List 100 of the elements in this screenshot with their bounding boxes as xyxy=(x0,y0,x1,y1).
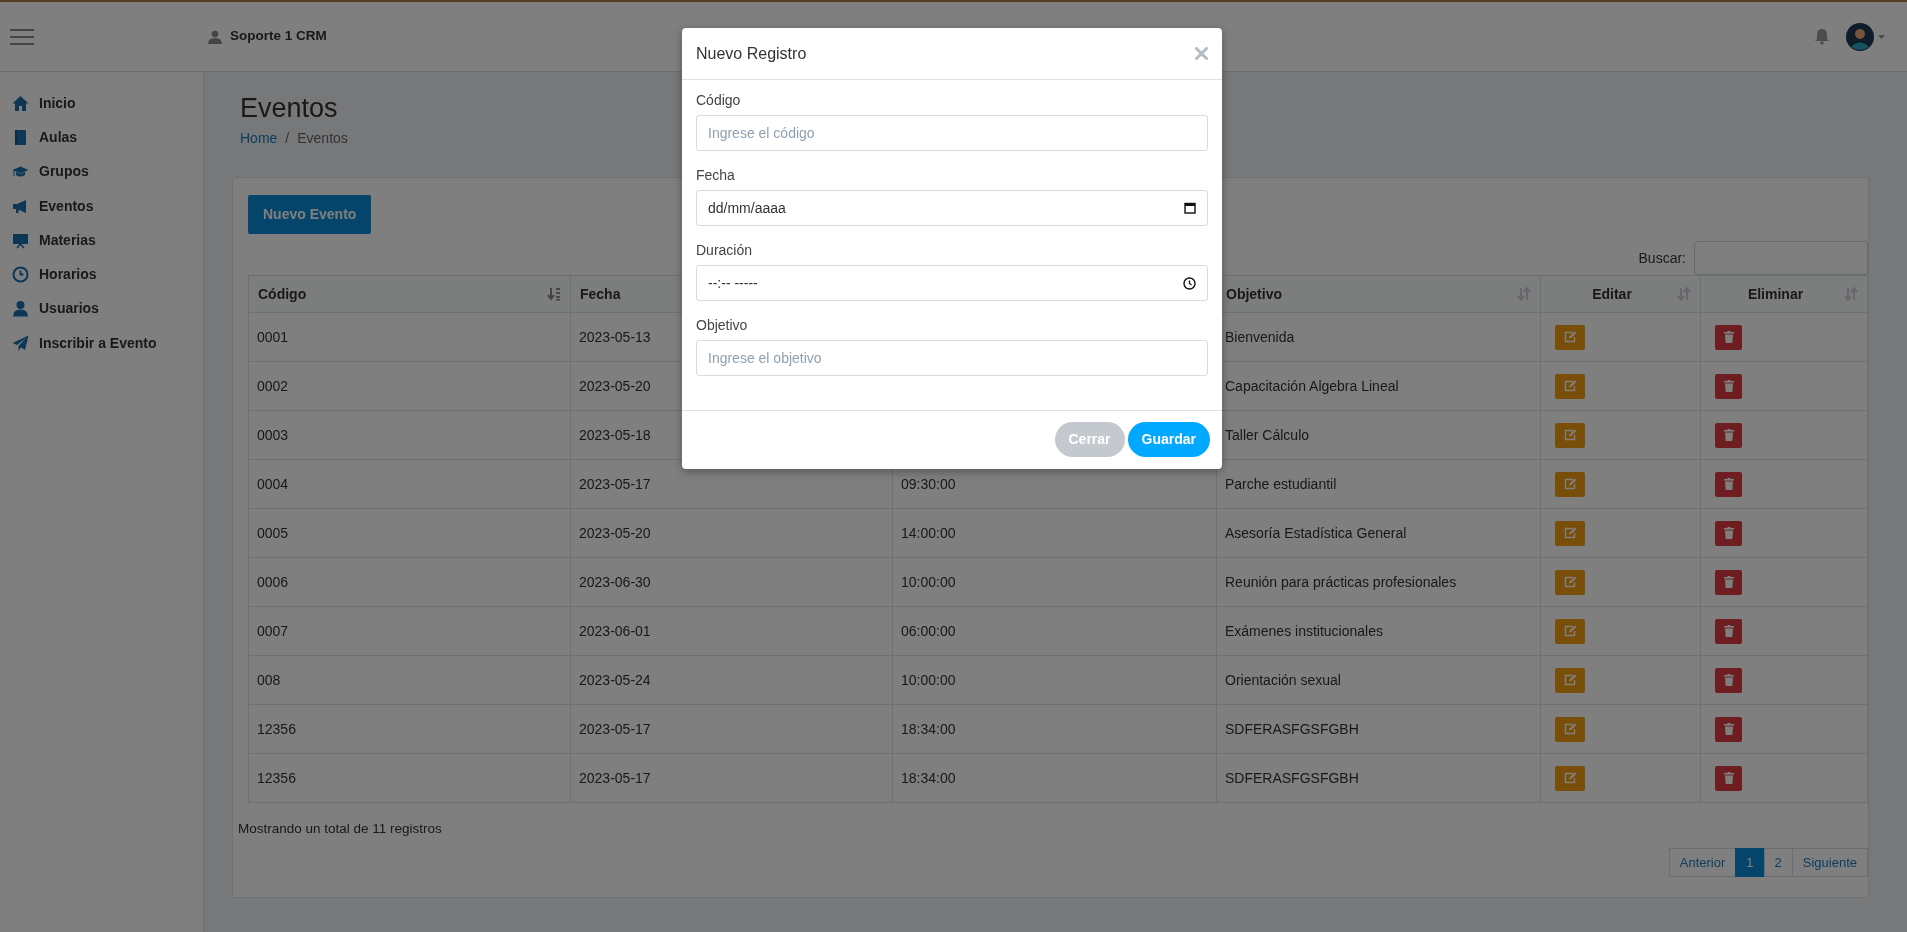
table-cell: 12356 xyxy=(248,753,571,803)
page-title: Eventos xyxy=(240,92,338,125)
delete-button[interactable] xyxy=(1715,618,1742,644)
table-cell: 0001 xyxy=(248,312,571,362)
table-cell: Asesoría Estadística General xyxy=(1216,508,1541,558)
table-cell: 0006 xyxy=(248,557,571,607)
page-link[interactable]: 1 xyxy=(1735,847,1765,878)
time-field[interactable]: --:-- ----- xyxy=(696,265,1208,301)
page-link[interactable]: Anterior xyxy=(1668,847,1737,878)
table-cell: 0007 xyxy=(248,606,571,656)
table-cell: 0003 xyxy=(248,410,571,460)
trash-icon xyxy=(1723,331,1734,344)
menu-icon[interactable] xyxy=(10,28,34,47)
book-icon xyxy=(12,128,29,146)
table-cell: 2023-05-17 xyxy=(570,704,893,754)
save-button[interactable]: Guardar xyxy=(1127,422,1210,457)
edit-button[interactable] xyxy=(1555,716,1585,742)
delete-button[interactable] xyxy=(1715,471,1742,497)
table-cell: Orientación sexual xyxy=(1216,655,1541,705)
sidebar-item[interactable]: Usuarios xyxy=(0,291,203,327)
new-event-button[interactable]: Nuevo Evento xyxy=(248,195,372,235)
edit-button[interactable] xyxy=(1555,471,1585,497)
sidebar-item[interactable]: Inicio xyxy=(0,86,203,121)
sort-ascending-icon[interactable] xyxy=(547,287,561,302)
column-header[interactable]: Eliminar xyxy=(1700,275,1868,313)
user-icon xyxy=(208,29,222,44)
table-cell: Reunión para prácticas profesionales xyxy=(1216,557,1541,607)
trash-icon xyxy=(1723,429,1734,442)
search-label: Buscar: xyxy=(1638,248,1686,268)
table-cell: 0005 xyxy=(248,508,571,558)
input-field[interactable]: Ingrese el código xyxy=(696,115,1208,151)
delete-button[interactable] xyxy=(1715,765,1742,791)
edit-icon xyxy=(1563,429,1577,442)
edit-button[interactable] xyxy=(1555,520,1585,546)
delete-button[interactable] xyxy=(1715,716,1742,742)
table-cell: 2023-06-30 xyxy=(570,557,893,607)
user-icon xyxy=(12,300,29,318)
bell-icon[interactable] xyxy=(1814,28,1830,45)
sidebar-item[interactable]: Grupos xyxy=(0,154,203,189)
trash-icon xyxy=(1723,478,1734,491)
table-cell: 0002 xyxy=(248,361,571,411)
monitor-icon xyxy=(12,231,29,249)
edit-icon xyxy=(1563,772,1577,785)
delete-button[interactable] xyxy=(1715,373,1742,399)
sidebar-item[interactable]: Aulas xyxy=(0,120,203,155)
megaphone-icon xyxy=(12,197,29,215)
field-label: Código xyxy=(696,92,742,109)
paper-plane-icon xyxy=(12,334,29,352)
table-cell: Exámenes institucionales xyxy=(1216,606,1541,656)
edit-icon xyxy=(1563,674,1577,687)
sidebar-item[interactable]: Inscribir a Evento xyxy=(0,326,203,361)
edit-button[interactable] xyxy=(1555,765,1585,791)
page-link[interactable]: Siguiente xyxy=(1791,847,1868,878)
modal-title: Nuevo Registro xyxy=(696,43,807,64)
edit-button[interactable] xyxy=(1555,373,1585,399)
date-field[interactable]: dd/mm/aaaa xyxy=(696,190,1208,226)
table-cell: 18:34:00 xyxy=(892,704,1217,754)
caret-icon[interactable] xyxy=(1878,34,1885,39)
table-cell: 18:34:00 xyxy=(892,753,1217,803)
field-label: Duración xyxy=(696,242,754,259)
field-label: Fecha xyxy=(696,167,736,184)
column-header[interactable]: Editar xyxy=(1540,275,1701,313)
delete-button[interactable] xyxy=(1715,520,1742,546)
trash-icon xyxy=(1723,625,1734,638)
clock-icon xyxy=(12,266,29,284)
delete-button[interactable] xyxy=(1715,422,1742,448)
table-cell: 0004 xyxy=(248,459,571,509)
sidebar-item[interactable]: Horarios xyxy=(0,257,203,292)
edit-button[interactable] xyxy=(1555,667,1585,693)
delete-button[interactable] xyxy=(1715,324,1742,350)
edit-button[interactable] xyxy=(1555,422,1585,448)
edit-button[interactable] xyxy=(1555,569,1585,595)
clock-icon[interactable] xyxy=(1183,276,1196,290)
breadcrumb-current: Eventos xyxy=(297,129,348,149)
table-cell: 2023-06-01 xyxy=(570,606,893,656)
search-field[interactable] xyxy=(1694,241,1868,276)
column-header[interactable]: Código xyxy=(248,275,571,313)
records-info: Mostrando un total de 11 registros xyxy=(238,820,443,839)
trash-icon xyxy=(1723,723,1734,736)
edit-icon xyxy=(1563,380,1577,393)
table-cell: 10:00:00 xyxy=(892,655,1217,705)
edit-icon xyxy=(1563,527,1577,540)
calendar-icon[interactable] xyxy=(1184,202,1196,214)
home-icon xyxy=(12,94,29,112)
trash-icon xyxy=(1723,576,1734,589)
delete-button[interactable] xyxy=(1715,569,1742,595)
avatar[interactable] xyxy=(1846,22,1874,51)
trash-icon xyxy=(1723,772,1734,785)
edit-button[interactable] xyxy=(1555,618,1585,644)
table-cell: 008 xyxy=(248,655,571,705)
edit-button[interactable] xyxy=(1555,324,1585,350)
page-link[interactable]: 2 xyxy=(1763,847,1793,878)
delete-button[interactable] xyxy=(1715,667,1742,693)
table-cell: 14:00:00 xyxy=(892,508,1217,558)
input-field[interactable]: Ingrese el objetivo xyxy=(696,340,1208,376)
table-cell: 2023-05-20 xyxy=(570,508,893,558)
sidebar-item[interactable]: Materias xyxy=(0,223,203,258)
breadcrumb-link[interactable]: Home xyxy=(240,128,278,150)
close-icon[interactable] xyxy=(1195,47,1208,60)
sidebar-item[interactable]: Eventos xyxy=(0,188,203,224)
